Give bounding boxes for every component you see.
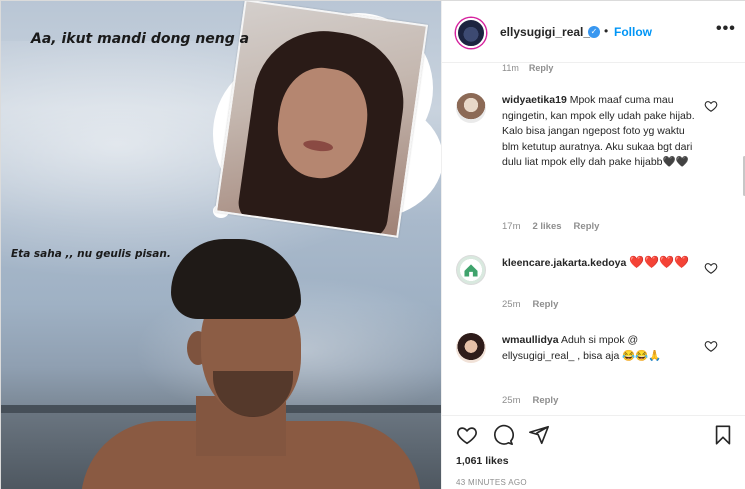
share-icon[interactable] [528,424,550,446]
likes-count[interactable]: 1,061 likes [456,455,509,467]
follow-button[interactable]: Follow [614,25,652,39]
comment-meta: 25m Reply [502,395,559,406]
comment-username[interactable]: kleencare.jakarta.kedoya [502,257,626,269]
instagram-post: Aa, ikut mandi dong neng a Eta saha ,, n… [0,0,745,489]
comment-emoji: 😂😂🙏 [622,349,662,362]
verified-badge-icon: ✓ [588,26,600,38]
author-username[interactable]: ellysugigi_real_ [500,25,590,39]
avatar[interactable] [456,333,486,363]
comment-emoji: 🖤🖤 [662,156,689,168]
post-timestamp[interactable]: 43 MINUTES AGO [456,478,527,487]
house-icon [464,264,478,277]
image-caption-top: Aa, ikut mandi dong neng a [31,31,250,47]
post-header: ellysugigi_real_ ✓ • Follow ••• [442,1,745,63]
comment-emoji: ❤️❤️❤️❤️ [629,255,690,269]
heart-icon[interactable] [704,339,718,353]
header-bullet: • [604,24,609,38]
heart-icon[interactable] [456,424,478,446]
post-actions: 1,061 likes 43 MINUTES AGO [442,415,745,489]
cut-comment-meta: 11m Reply [502,63,554,73]
heart-icon[interactable] [704,261,718,275]
comment-username[interactable]: wmaullidya [502,334,559,346]
author-avatar[interactable] [456,18,486,48]
bookmark-icon[interactable] [712,424,734,446]
comment-meta: 25m Reply [502,299,559,310]
avatar[interactable] [456,255,486,285]
post-side-panel: ellysugigi_real_ ✓ • Follow ••• 11m Reply… [441,1,745,489]
avatar[interactable] [456,93,486,123]
comment-icon[interactable] [492,424,514,446]
comments-list[interactable]: 11m Reply widyaetika19 Mpok maaf cuma mau… [442,63,745,415]
post-image[interactable]: Aa, ikut mandi dong neng a Eta saha ,, n… [1,1,441,489]
heart-icon[interactable] [704,99,718,113]
comment-meta: 17m 2 likes Reply [502,221,600,232]
comment-username[interactable]: widyaetika19 [502,94,567,106]
more-options-icon[interactable]: ••• [716,20,736,38]
image-caption-bottom: Eta saha ,, nu geulis pisan. [11,248,171,260]
